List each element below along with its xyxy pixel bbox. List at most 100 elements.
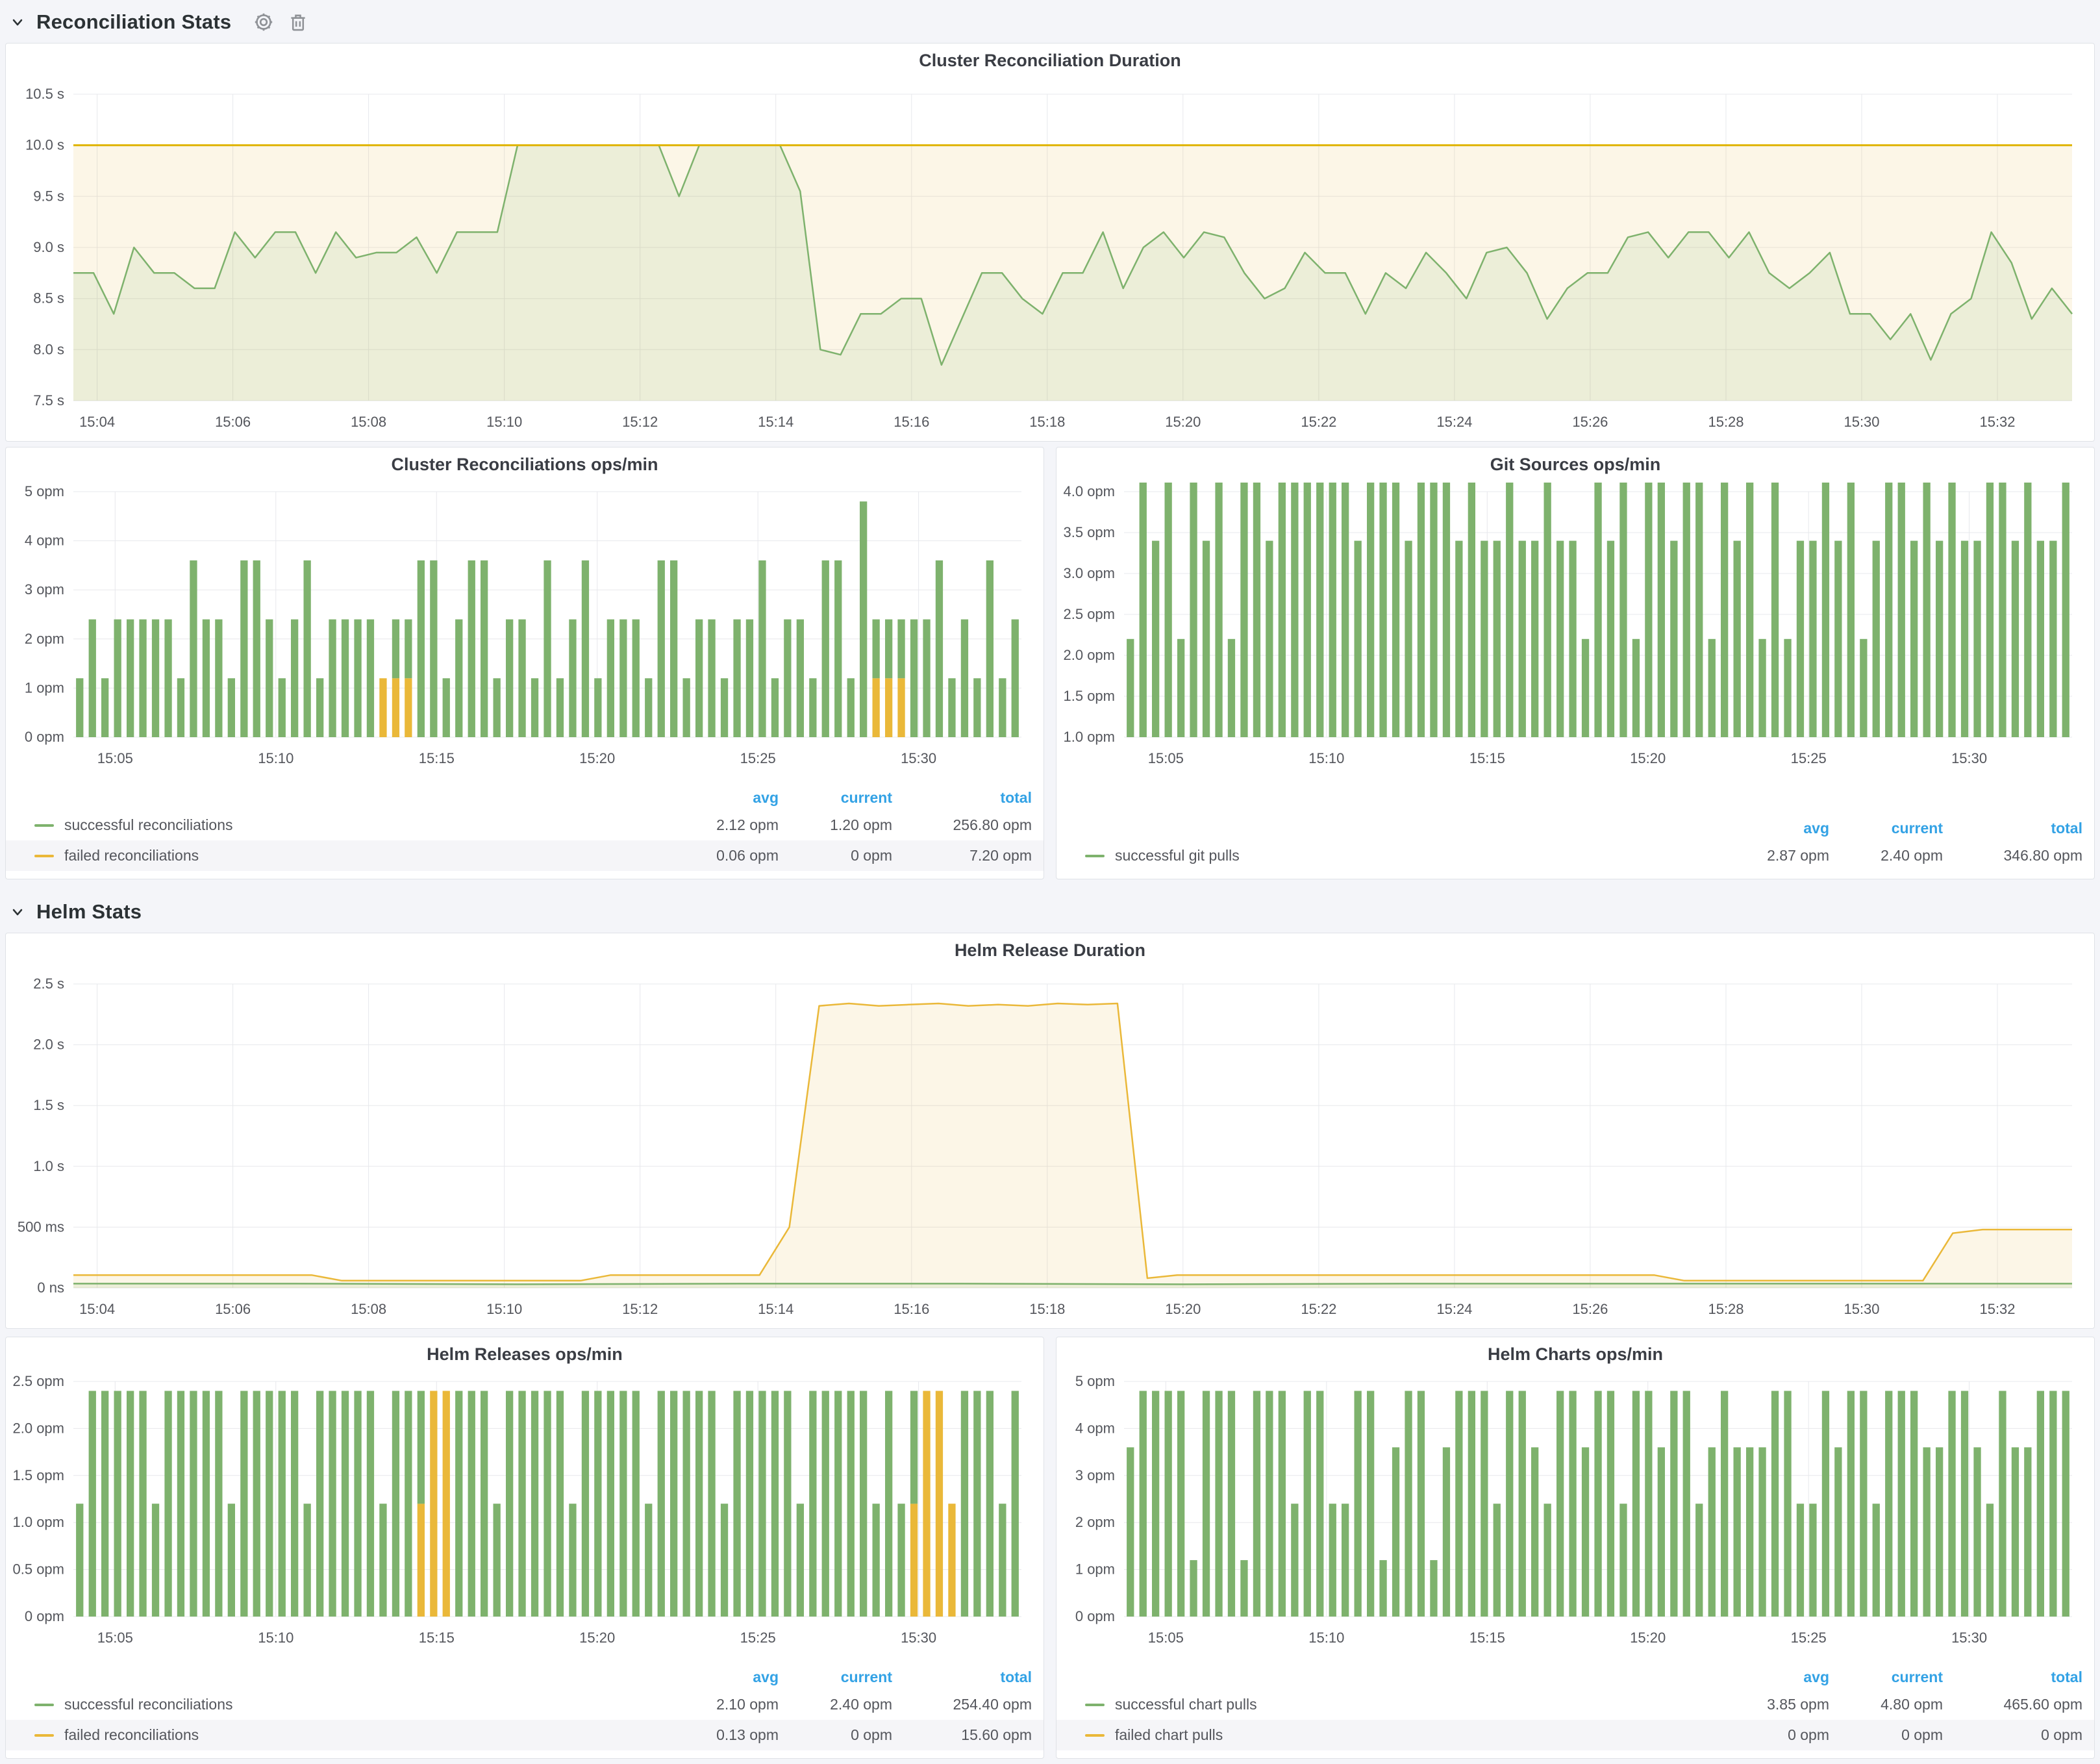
svg-text:15:26: 15:26 bbox=[1572, 1301, 1608, 1317]
legend-helm-releases: avgcurrenttotal successful reconciliation… bbox=[6, 1657, 1044, 1758]
stat-total: 15.60 opm bbox=[892, 1726, 1032, 1744]
git-sources-ops-chart[interactable]: 1.0 opm1.5 opm2.0 opm2.5 opm3.0 opm3.5 o… bbox=[1056, 481, 2094, 777]
svg-text:15:06: 15:06 bbox=[215, 414, 251, 430]
svg-text:15:24: 15:24 bbox=[1436, 1301, 1472, 1317]
panel-cluster-reconciliation-duration: Cluster Reconciliation Duration 7.5 s8.0… bbox=[5, 43, 2095, 442]
legend-sort-total[interactable]: total bbox=[892, 789, 1032, 807]
panel-title[interactable]: Cluster Reconciliation Duration bbox=[6, 44, 2094, 77]
panel-git-sources-ops: Git Sources ops/min 1.0 opm1.5 opm2.0 op… bbox=[1056, 447, 2095, 879]
stat-current: 2.40 opm bbox=[779, 1696, 892, 1713]
panel-title[interactable]: Helm Release Duration bbox=[6, 933, 2094, 967]
svg-text:10.5 s: 10.5 s bbox=[25, 86, 64, 102]
panel-cluster-reconciliations-ops: Cluster Reconciliations ops/min 0 opm 1 o… bbox=[5, 447, 1044, 879]
stat-total: 346.80 opm bbox=[1943, 847, 2082, 864]
svg-text:15:20: 15:20 bbox=[579, 1630, 615, 1646]
legend-sort-avg[interactable]: avg bbox=[1716, 1669, 1829, 1686]
svg-text:4 opm: 4 opm bbox=[25, 533, 64, 549]
svg-text:15:24: 15:24 bbox=[1436, 414, 1472, 430]
svg-text:2 opm: 2 opm bbox=[25, 631, 64, 647]
svg-text:1.0 opm: 1.0 opm bbox=[13, 1514, 65, 1530]
trash-icon[interactable] bbox=[287, 11, 309, 33]
legend-sort-avg[interactable]: avg bbox=[665, 789, 779, 807]
section-reconciliation-stats[interactable]: Reconciliation Stats bbox=[10, 5, 309, 39]
svg-text:15:30: 15:30 bbox=[1951, 1630, 1987, 1646]
svg-text:0 opm: 0 opm bbox=[25, 729, 64, 745]
cluster-reconciliations-ops-chart[interactable]: 0 opm1 opm2 opm3 opm4 opm5 opm15:0515:10… bbox=[6, 481, 1044, 777]
svg-text:15:30: 15:30 bbox=[901, 1630, 936, 1646]
svg-text:15:15: 15:15 bbox=[1469, 1630, 1505, 1646]
svg-text:1 opm: 1 opm bbox=[25, 679, 64, 696]
svg-text:1.0 s: 1.0 s bbox=[33, 1158, 64, 1174]
series-color-dash bbox=[1085, 1734, 1105, 1737]
legend-sort-current[interactable]: current bbox=[779, 789, 892, 807]
stat-avg: 2.12 opm bbox=[665, 816, 779, 834]
svg-text:15:05: 15:05 bbox=[97, 750, 133, 766]
panel-title[interactable]: Helm Releases ops/min bbox=[6, 1337, 1044, 1371]
legend-cluster-reconciliations: avgcurrenttotal successful reconciliation… bbox=[6, 777, 1044, 879]
stat-total: 0 opm bbox=[1943, 1726, 2082, 1744]
gear-icon[interactable] bbox=[252, 10, 275, 34]
svg-text:15:16: 15:16 bbox=[894, 1301, 929, 1317]
legend-header-row: avgcurrenttotal bbox=[1056, 1665, 2094, 1689]
legend-sort-total[interactable]: total bbox=[1943, 1669, 2082, 1686]
series-color-dash bbox=[1085, 855, 1105, 857]
series-label[interactable]: failed reconciliations bbox=[64, 847, 199, 864]
panel-title[interactable]: Git Sources ops/min bbox=[1056, 447, 2094, 481]
series-label[interactable]: successful reconciliations bbox=[64, 816, 233, 834]
svg-text:15:28: 15:28 bbox=[1708, 1301, 1744, 1317]
legend-sort-current[interactable]: current bbox=[1829, 820, 1943, 837]
series-label[interactable]: failed chart pulls bbox=[1115, 1726, 1223, 1744]
svg-text:15:12: 15:12 bbox=[622, 414, 658, 430]
panel-helm-releases-ops: Helm Releases ops/min 0 opm0.5 opm1.0 op… bbox=[5, 1337, 1044, 1759]
panel-title[interactable]: Helm Charts ops/min bbox=[1056, 1337, 2094, 1371]
legend-helm-charts: avgcurrenttotalsuccessful chart pulls3.8… bbox=[1056, 1657, 2094, 1758]
svg-text:15:20: 15:20 bbox=[1165, 1301, 1201, 1317]
svg-text:15:08: 15:08 bbox=[351, 414, 386, 430]
svg-text:0 opm: 0 opm bbox=[1075, 1608, 1115, 1624]
helm-releases-ops-chart[interactable]: 0 opm0.5 opm1.0 opm1.5 opm2.0 opm2.5 opm… bbox=[6, 1371, 1044, 1657]
svg-text:15:20: 15:20 bbox=[1630, 750, 1666, 766]
svg-text:9.0 s: 9.0 s bbox=[33, 239, 64, 255]
svg-text:1 opm: 1 opm bbox=[1075, 1561, 1115, 1578]
helm-charts-ops-chart[interactable]: 0 opm1 opm2 opm3 opm4 opm5 opm15:0515:10… bbox=[1056, 1371, 2094, 1657]
svg-text:4.0 opm: 4.0 opm bbox=[1064, 483, 1116, 499]
svg-text:15:05: 15:05 bbox=[1148, 1630, 1184, 1646]
series-label[interactable]: successful git pulls bbox=[1115, 847, 1240, 864]
legend-sort-avg[interactable]: avg bbox=[1716, 820, 1829, 837]
svg-text:15:25: 15:25 bbox=[740, 1630, 776, 1646]
helm-release-duration-chart[interactable]: 0 ns500 ms1.0 s1.5 s2.0 s2.5 s15:0415:06… bbox=[6, 967, 2094, 1328]
section-title: Helm Stats bbox=[36, 900, 142, 924]
svg-text:15:06: 15:06 bbox=[215, 1301, 251, 1317]
svg-text:3 opm: 3 opm bbox=[25, 581, 64, 598]
panel-title[interactable]: Cluster Reconciliations ops/min bbox=[6, 447, 1044, 481]
svg-text:5 opm: 5 opm bbox=[1075, 1373, 1115, 1389]
series-label[interactable]: failed reconciliations bbox=[64, 1726, 199, 1744]
legend-sort-total[interactable]: total bbox=[1943, 820, 2082, 837]
svg-text:15:08: 15:08 bbox=[351, 1301, 386, 1317]
svg-text:15:30: 15:30 bbox=[901, 750, 936, 766]
stat-current: 0 opm bbox=[1829, 1726, 1943, 1744]
svg-text:0 opm: 0 opm bbox=[25, 1608, 64, 1624]
svg-text:15:10: 15:10 bbox=[486, 1301, 522, 1317]
legend-sort-current[interactable]: current bbox=[1829, 1669, 1943, 1686]
section-helm-stats[interactable]: Helm Stats bbox=[10, 895, 142, 929]
cluster-reconciliation-duration-chart[interactable]: 7.5 s8.0 s8.5 s9.0 s9.5 s10.0 s10.5 s15:… bbox=[6, 77, 2094, 441]
svg-text:15:26: 15:26 bbox=[1572, 414, 1608, 430]
legend-sort-total[interactable]: total bbox=[892, 1669, 1032, 1686]
legend-row: failed reconciliations0.13 opm0 opm15.60… bbox=[6, 1720, 1044, 1750]
svg-text:0 ns: 0 ns bbox=[37, 1279, 64, 1296]
legend-sort-current[interactable]: current bbox=[779, 1669, 892, 1686]
svg-text:15:14: 15:14 bbox=[758, 414, 794, 430]
series-color-dash bbox=[34, 824, 54, 827]
svg-text:2 opm: 2 opm bbox=[1075, 1514, 1115, 1530]
svg-text:15:20: 15:20 bbox=[1630, 1630, 1666, 1646]
svg-text:15:10: 15:10 bbox=[1308, 1630, 1344, 1646]
legend-sort-avg[interactable]: avg bbox=[665, 1669, 779, 1686]
svg-text:10.0 s: 10.0 s bbox=[25, 137, 64, 153]
series-label[interactable]: successful reconciliations bbox=[64, 1696, 233, 1713]
svg-text:15:15: 15:15 bbox=[419, 1630, 455, 1646]
stat-avg: 0 opm bbox=[1716, 1726, 1829, 1744]
series-label[interactable]: successful chart pulls bbox=[1115, 1696, 1257, 1713]
svg-text:5 opm: 5 opm bbox=[25, 483, 64, 499]
chevron-down-icon bbox=[10, 15, 25, 29]
